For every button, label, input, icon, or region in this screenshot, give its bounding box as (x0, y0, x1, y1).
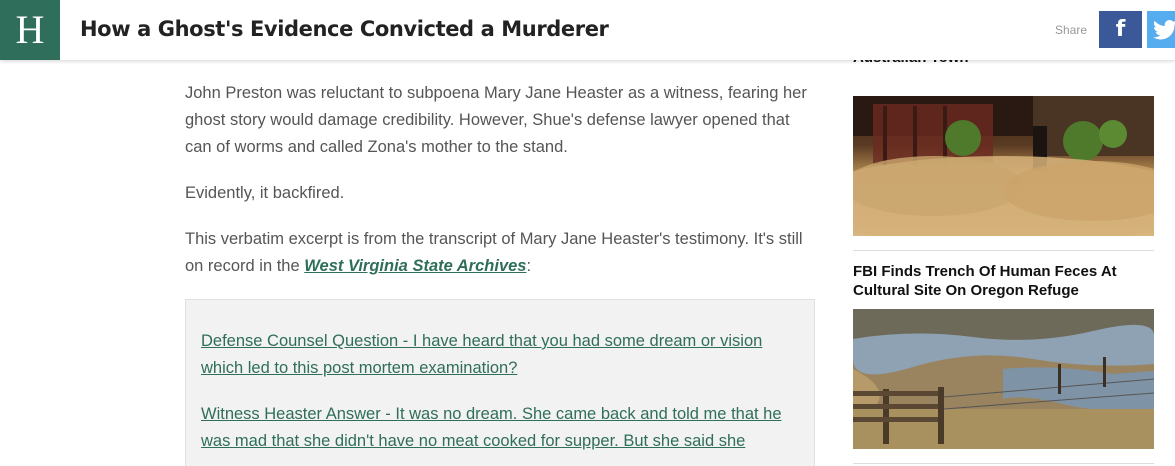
hairy-panic-thumbnail[interactable] (853, 96, 1154, 236)
twitter-icon (1153, 20, 1175, 40)
testimony-answer-link[interactable]: Witness Heaster Answer - It was no dream… (201, 401, 798, 455)
facebook-share-button[interactable]: f (1099, 11, 1142, 48)
facebook-icon: f (1115, 17, 1126, 42)
testimony-quote-box: Defense Counsel Question - I have heard … (185, 299, 815, 466)
west-virginia-archives-link[interactable]: West Virginia State Archives (304, 257, 526, 275)
sidebar-divider (853, 250, 1154, 251)
oregon-refuge-thumbnail[interactable] (853, 309, 1154, 449)
testimony-question-link[interactable]: Defense Counsel Question - I have heard … (201, 328, 798, 382)
tumbleweed-image (853, 96, 1154, 236)
share-label: Share (1055, 23, 1088, 37)
article-paragraph: This verbatim excerpt is from the transc… (185, 226, 815, 280)
article-paragraph: John Preston was reluctant to subpoena M… (185, 84, 807, 156)
paragraph-punctuation: : (526, 257, 532, 275)
sidebar-divider (853, 463, 1154, 464)
twitter-share-button[interactable] (1147, 11, 1175, 48)
article-body: John Preston was reluctant to subpoena M… (185, 60, 815, 466)
site-logo[interactable]: H (0, 0, 60, 60)
site-header: H How a Ghost's Evidence Convicted a Mur… (0, 0, 1175, 60)
article-paragraph: Evidently, it backfired. (185, 184, 345, 202)
related-article-title[interactable]: FBI Finds Trench Of Human Feces At Cultu… (853, 262, 1154, 300)
refuge-wetland-image (853, 309, 1154, 449)
article-title: How a Ghost's Evidence Convicted a Murde… (80, 17, 609, 41)
